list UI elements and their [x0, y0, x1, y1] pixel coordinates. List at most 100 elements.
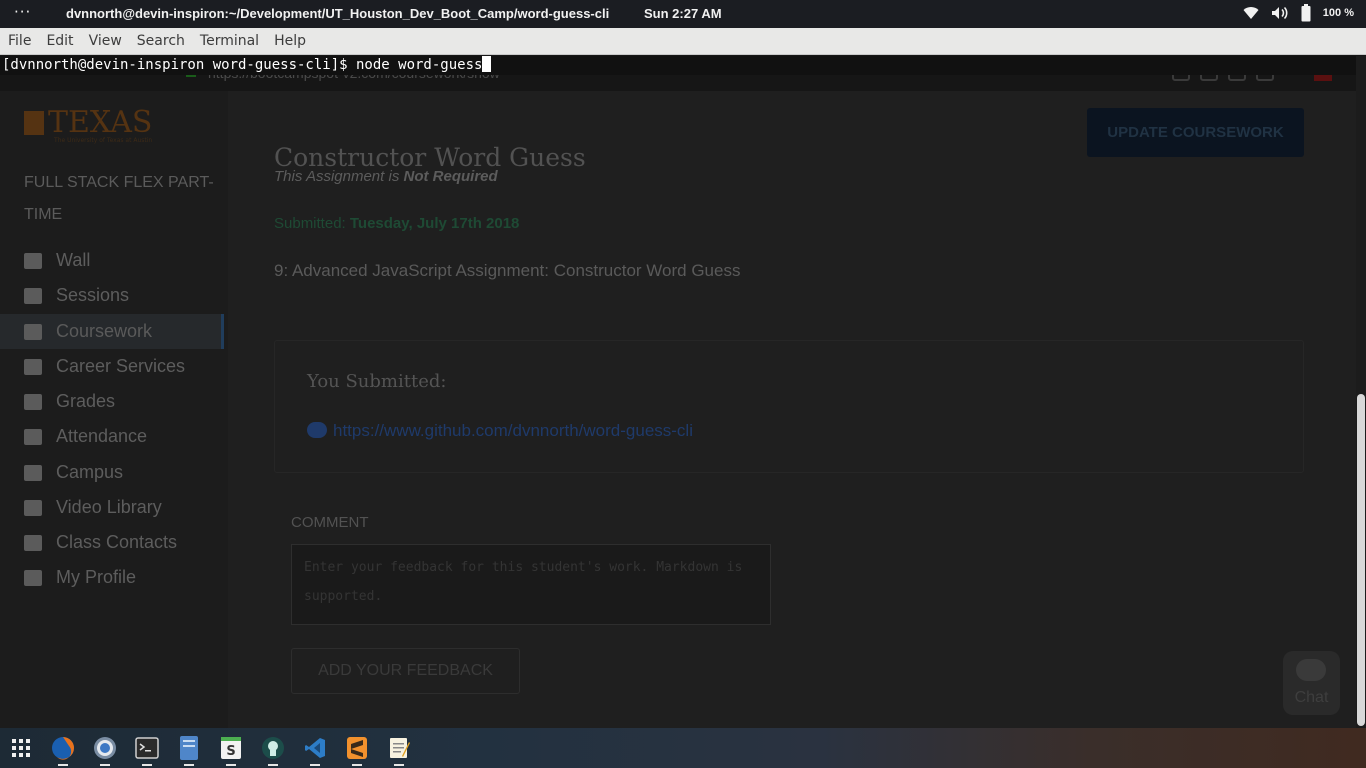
running-indicator — [184, 764, 194, 766]
running-indicator — [310, 764, 320, 766]
menu-edit[interactable]: Edit — [46, 33, 73, 49]
logo-text: TEXAS — [48, 105, 153, 140]
sidebar-item-grades: Grades — [0, 384, 224, 419]
clock[interactable]: Sun 2:27 AM — [644, 6, 722, 21]
sidebar-item-campus: Campus — [0, 455, 224, 490]
terminal-prompt-line[interactable]: [dvnnorth@devin-inspiron word-guess-cli]… — [0, 56, 1356, 75]
running-indicator — [142, 764, 152, 766]
sidebar-item-label: Video Library — [56, 497, 162, 517]
github-link-text: https://www.github.com/dvnnorth/word-gue… — [333, 421, 693, 440]
running-indicator — [352, 764, 362, 766]
vscode-icon — [305, 738, 325, 758]
scrollbar-thumb[interactable] — [1357, 394, 1365, 726]
sidebar-item-label: Class Contacts — [56, 532, 178, 552]
grades-icon — [24, 393, 42, 410]
sidebar-item-wall: Wall — [0, 243, 224, 278]
system-tray[interactable]: 100 % — [1243, 4, 1354, 22]
you-submitted-heading: You Submitted: — [307, 371, 447, 392]
sidebar-item-label: My Profile — [56, 567, 137, 587]
app-launcher-icon — [12, 739, 30, 757]
program-name: FULL STACK FLEX PART-TIME — [24, 174, 214, 223]
comment-textarea: Enter your feedback for this student's w… — [291, 544, 771, 625]
taskbar-vscode[interactable] — [294, 728, 336, 768]
chrome-icon — [94, 737, 116, 759]
terminal-command[interactable]: [dvnnorth@devin-inspiron word-guess-cli]… — [2, 57, 482, 73]
shield-icon — [24, 111, 44, 135]
calendar-icon — [24, 428, 42, 445]
terminal-cursor — [482, 56, 492, 72]
required-status: This Assignment is Not Required — [274, 168, 498, 185]
app-launcher-button[interactable] — [0, 728, 42, 768]
taskbar-files[interactable] — [168, 728, 210, 768]
taskbar-gitkraken[interactable] — [252, 728, 294, 768]
submitted-status: Submitted: Tuesday, July 17th 2018 — [274, 215, 519, 232]
background-browser-page: https://bootcampspot-v2.com/coursework/s… — [0, 55, 1366, 728]
sidebar-item-label: Wall — [56, 250, 91, 270]
volume-icon[interactable] — [1271, 6, 1289, 20]
running-indicator — [268, 764, 278, 766]
menu-terminal[interactable]: Terminal — [200, 33, 259, 49]
menu-view[interactable]: View — [89, 33, 122, 49]
running-indicator — [58, 764, 68, 766]
sidebar-item-video-library: Video Library — [0, 490, 224, 525]
sidebar-item-attendance: Attendance — [0, 419, 224, 454]
update-coursework-button: UPDATE COURSEWORK — [1087, 108, 1304, 157]
taskbar-text-editor[interactable] — [378, 728, 420, 768]
running-indicator — [100, 764, 110, 766]
sidebar-item-label: Career Services — [56, 356, 186, 376]
sidebar-item-label: Attendance — [56, 426, 148, 446]
files-icon — [180, 736, 198, 760]
sidebar-item-my-profile: My Profile — [0, 560, 224, 595]
logo-subtitle: The University of Texas at Austin — [54, 137, 153, 144]
menu-file[interactable]: File — [8, 33, 31, 49]
sidebar-item-label: Grades — [56, 391, 116, 411]
battery-icon[interactable] — [1301, 4, 1311, 22]
sessions-icon — [24, 287, 42, 304]
sidebar-item-career-services: Career Services — [0, 349, 224, 384]
sidebar-item-sessions: Sessions — [0, 278, 224, 313]
running-indicator — [226, 764, 236, 766]
film-icon — [24, 499, 42, 516]
terminal-icon — [135, 737, 159, 759]
running-indicator — [394, 764, 404, 766]
taskbar-sublime[interactable] — [336, 728, 378, 768]
sidebar-item-coursework: Coursework — [0, 314, 224, 349]
sidebar-item-label: Coursework — [56, 321, 153, 341]
wall-icon — [24, 252, 42, 269]
svg-text:S: S — [226, 744, 235, 759]
taskbar-firefox[interactable] — [42, 728, 84, 768]
submission-box: You Submitted: https://www.github.com/dv… — [274, 340, 1304, 473]
add-feedback-button: ADD YOUR FEEDBACK — [291, 648, 520, 694]
battery-percent: 100 % — [1322, 7, 1354, 19]
cogs-icon — [307, 422, 327, 438]
wifi-icon[interactable] — [1243, 6, 1259, 20]
taskbar-slack[interactable]: S — [210, 728, 252, 768]
coursework-content: Constructor Word Guess UPDATE COURSEWORK… — [228, 91, 1366, 728]
taskbar-chrome[interactable] — [84, 728, 126, 768]
required-value: Not Required — [403, 168, 498, 185]
sidebar-item-label: Sessions — [56, 285, 130, 305]
text-editor-icon — [390, 738, 410, 758]
firefox-icon — [52, 737, 74, 760]
sidebar-item-class-contacts: Class Contacts — [0, 525, 224, 560]
taskbar-terminal[interactable] — [126, 728, 168, 768]
menu-help[interactable]: Help — [274, 33, 306, 49]
submitted-date: Tuesday, July 17th 2018 — [349, 215, 520, 232]
coursework-icon — [24, 323, 42, 340]
map-pin-icon — [24, 464, 42, 481]
submission-link: https://www.github.com/dvnnorth/word-gue… — [307, 421, 693, 441]
terminal-scrollbar[interactable] — [1356, 56, 1366, 728]
user-icon — [24, 534, 42, 551]
comment-label: COMMENT — [291, 514, 369, 531]
terminal-menu-bar: File Edit View Search Terminal Help — [0, 28, 1366, 55]
texas-logo: TEXAS — [24, 105, 152, 140]
chat-widget: Chat — [1283, 651, 1340, 715]
assignment-title: 9: Advanced JavaScript Assignment: Const… — [274, 261, 741, 280]
window-title: dvnnorth@devin-inspiron:~/Development/UT… — [66, 6, 610, 21]
sublime-icon — [347, 737, 367, 759]
submitted-prefix: Submitted: — [274, 215, 350, 232]
menu-search[interactable]: Search — [137, 33, 185, 49]
briefcase-icon — [24, 358, 42, 375]
users-icon — [24, 569, 42, 586]
activities-button[interactable]: ··· — [14, 3, 31, 21]
